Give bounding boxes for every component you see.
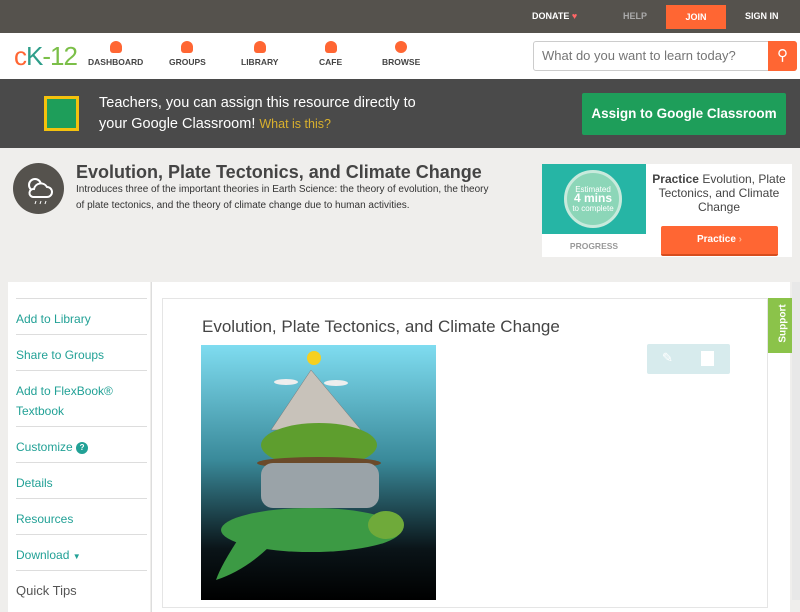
sidebar-download[interactable]: Download ▼ <box>16 534 147 571</box>
top-bar: DONATE ♥ HELP JOIN SIGN IN <box>0 0 800 33</box>
content-title: Evolution, Plate Tectonics, and Climate … <box>202 317 560 336</box>
library-icon <box>253 41 266 53</box>
banner-message: Teachers, you can assign this resource d… <box>99 95 416 132</box>
practice-title-bold: Practice <box>652 172 699 186</box>
to-complete-label: to complete <box>572 204 614 213</box>
help-link[interactable]: HELP <box>623 11 647 21</box>
practice-card: Estimated 4 mins to complete PROGRESS Prac… <box>542 164 792 257</box>
caret-down-icon: ▼ <box>72 552 81 561</box>
logo-c: c <box>14 41 27 71</box>
nav-library[interactable]: LIBRARY <box>241 41 278 67</box>
quick-tips-heading: Quick Tips <box>16 570 147 601</box>
nav-dashboard[interactable]: DASHBOARD <box>88 41 143 67</box>
support-label: Support <box>777 304 789 343</box>
donate-link[interactable]: DONATE ♥ <box>532 11 577 21</box>
heart-icon: ♥ <box>571 11 578 21</box>
estimated-mins: 4 mins <box>573 191 612 205</box>
help-icon[interactable]: ? <box>76 442 89 454</box>
nav-label: DASHBOARD <box>88 57 144 67</box>
download-label: Download <box>16 548 70 562</box>
nav-groups[interactable]: GROUPS <box>169 41 206 67</box>
logo-rest: -12 <box>42 41 78 71</box>
assign-to-classroom-button[interactable]: Assign to Google Classroom <box>582 93 786 135</box>
sidebar-share-to-groups[interactable]: Share to Groups <box>16 334 147 371</box>
nav-label: BROWSE <box>382 57 421 67</box>
sidebar-customize[interactable]: Customize ? <box>16 426 147 463</box>
sign-in-link[interactable]: SIGN IN <box>745 11 779 21</box>
google-classroom-icon <box>44 96 79 131</box>
progress-label: PROGRESS <box>569 241 619 251</box>
scrollbar[interactable] <box>792 282 800 600</box>
logo-k: K <box>26 41 43 71</box>
donate-label: DONATE <box>532 11 570 21</box>
progress-image: Estimated 4 mins to complete <box>542 164 646 234</box>
what-is-this-link[interactable]: What is this? <box>259 117 331 131</box>
search-input[interactable] <box>542 48 762 63</box>
sidebar-add-to-flexbook[interactable]: Add to FlexBook® Textbook <box>16 370 147 426</box>
content-tools: ✎ <box>647 344 730 374</box>
cafe-icon <box>324 41 337 53</box>
join-button[interactable]: JOIN <box>666 5 726 29</box>
browse-icon <box>395 41 408 53</box>
practice-button[interactable]: Practice › <box>661 226 778 256</box>
weather-icon <box>13 163 64 214</box>
concept-description: Introduces three of the important theori… <box>76 184 489 211</box>
dashboard-icon <box>109 41 122 53</box>
search-button[interactable]: ⚲ <box>768 41 797 71</box>
pencil-icon[interactable]: ✎ <box>662 350 673 366</box>
nav-browse[interactable]: BROWSE <box>382 41 420 67</box>
classroom-banner: Teachers, you can assign this resource d… <box>0 79 800 148</box>
notes-icon[interactable] <box>701 351 714 366</box>
search-icon: ⚲ <box>777 47 788 64</box>
sidebar-details[interactable]: Details <box>16 462 147 499</box>
sidebar-resources[interactable]: Resources <box>16 498 147 535</box>
sidebar-add-to-library[interactable]: Add to Library <box>16 298 147 335</box>
nav-label: LIBRARY <box>241 57 279 67</box>
concept-title: Evolution, Plate Tectonics, and Climate … <box>76 162 482 182</box>
customize-label: Customize <box>16 440 73 454</box>
chevron-right-icon: › <box>738 234 743 245</box>
practice-title: Practice Evolution, Plate Tectonics, and… <box>652 172 786 214</box>
search-box: ⚲ <box>533 41 797 71</box>
concept-illustration <box>201 345 436 600</box>
groups-icon <box>181 41 194 53</box>
nav-label: CAFE <box>319 57 343 67</box>
ck12-logo[interactable]: cK-12 <box>14 41 78 72</box>
estimate-circle: Estimated 4 mins to complete <box>564 170 622 228</box>
nav-cafe[interactable]: CAFE <box>319 41 342 67</box>
nav-label: GROUPS <box>169 57 206 67</box>
banner-text: Teachers, you can assign this resource d… <box>99 93 439 135</box>
main-nav: cK-12 DASHBOARD GROUPS LIBRARY CAFE BROW… <box>0 33 800 79</box>
sidebar: Add to Library Share to Groups Add to Fl… <box>8 282 150 612</box>
practice-button-label: Practice <box>696 234 736 245</box>
